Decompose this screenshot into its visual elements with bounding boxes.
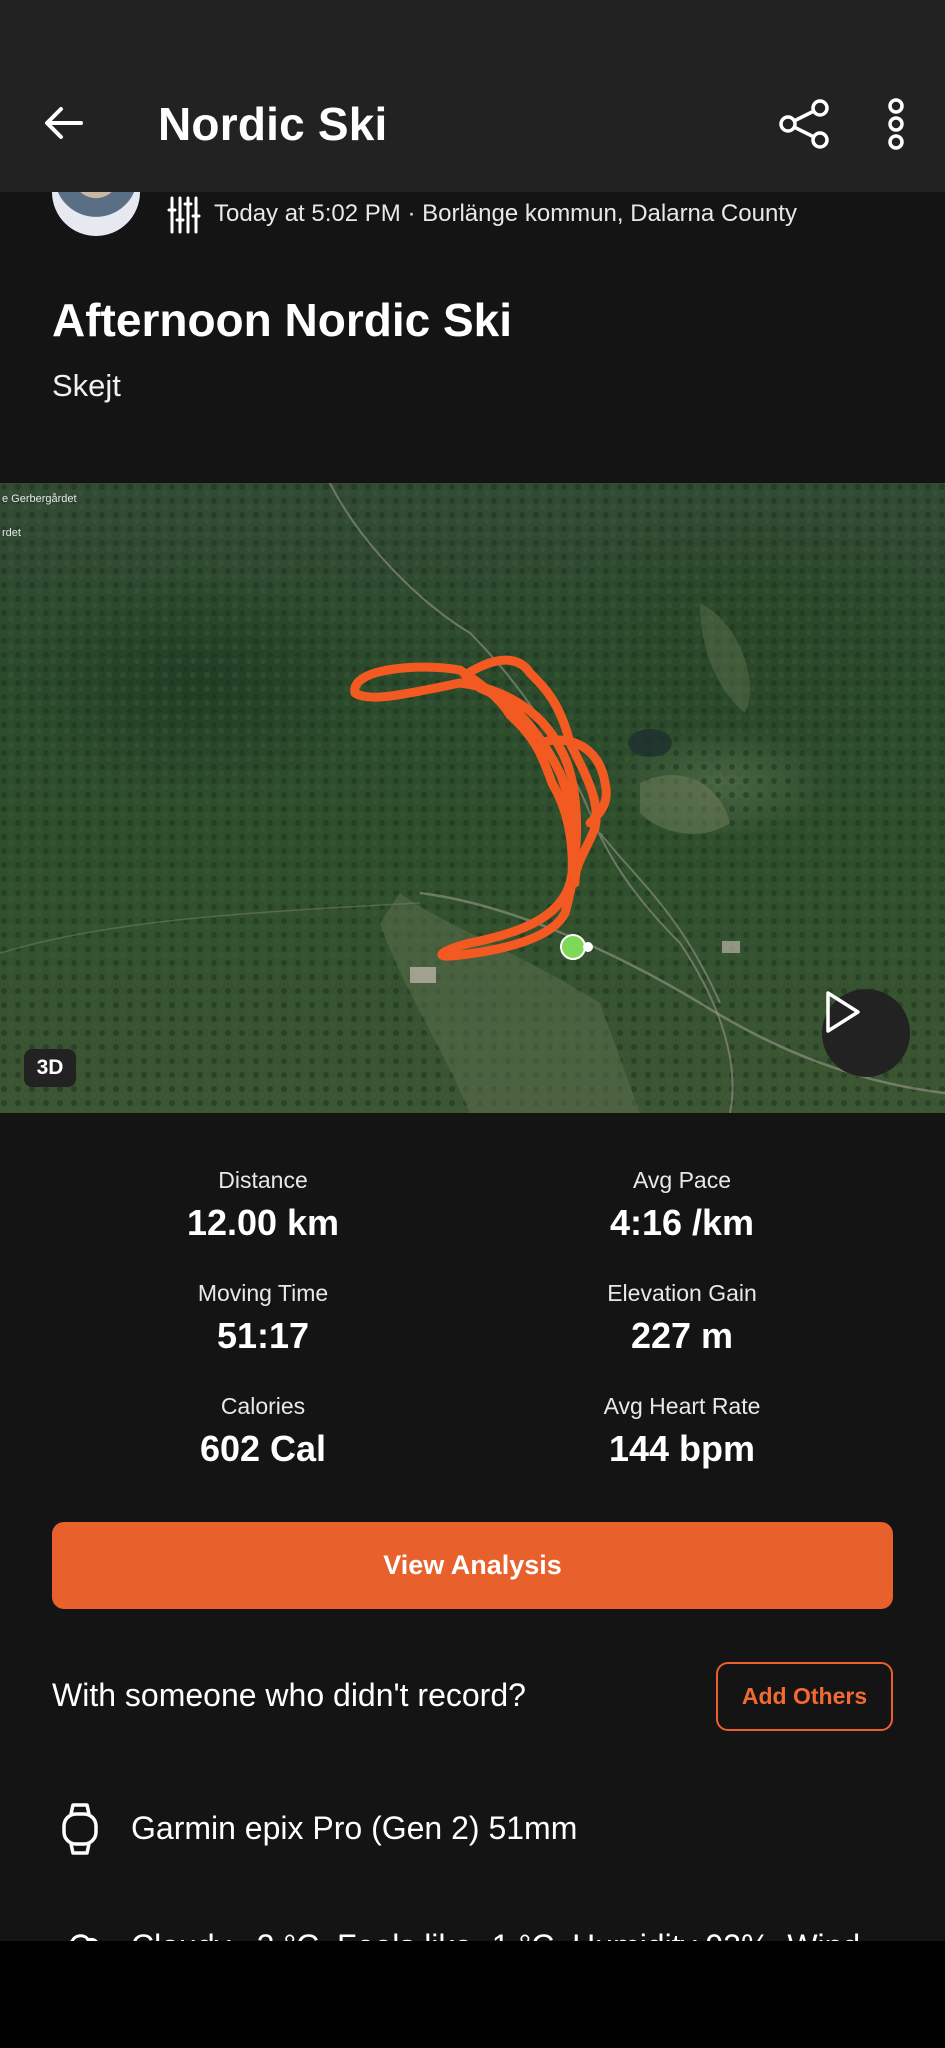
screen-title: Nordic Ski — [158, 98, 388, 150]
system-navigation-bar — [0, 1941, 945, 2048]
app-header: Nordic Ski — [0, 0, 945, 192]
stat-label: Calories — [220, 1393, 306, 1419]
map-terrain — [0, 483, 945, 1113]
building — [410, 967, 436, 983]
share-button[interactable] — [772, 92, 836, 156]
share-icon — [779, 99, 829, 149]
map-place-label: rdet — [2, 527, 21, 539]
more-vertical-icon — [888, 98, 904, 150]
more-options-button[interactable] — [870, 92, 922, 156]
building — [722, 941, 740, 953]
arrow-left-icon — [45, 107, 83, 139]
start-marker — [560, 934, 586, 960]
stat-value: 12.00 km — [186, 1202, 340, 1243]
back-button[interactable] — [36, 96, 90, 150]
device-name[interactable]: Garmin epix Pro (Gen 2) 51mm — [131, 1810, 577, 1847]
map-place-label: e Gerbergårdet — [2, 493, 77, 505]
stat-label: Moving Time — [197, 1280, 329, 1306]
stat-calories: Calories 602 Cal — [113, 1393, 413, 1470]
activity-detail-screen: Nordic Ski Today at 5:02 PM · Borlänge k… — [0, 0, 945, 2048]
stat-label: Avg Pace — [632, 1167, 732, 1193]
activity-title[interactable]: Afternoon Nordic Ski — [52, 293, 512, 347]
stat-label: Distance — [218, 1167, 308, 1193]
stat-avg-pace: Avg Pace 4:16 /km — [532, 1167, 832, 1244]
with-someone-prompt: With someone who didn't record? — [52, 1677, 526, 1713]
finish-marker — [583, 942, 593, 952]
play-icon — [826, 991, 860, 1033]
view-analysis-button[interactable]: View Analysis — [52, 1522, 893, 1609]
stat-elevation-gain: Elevation Gain 227 m — [532, 1280, 832, 1357]
stat-value: 51:17 — [216, 1315, 310, 1356]
stat-moving-time: Moving Time 51:17 — [113, 1280, 413, 1357]
flyover-play-button[interactable] — [822, 989, 910, 1077]
stat-avg-heart-rate: Avg Heart Rate 144 bpm — [532, 1393, 832, 1470]
route-map[interactable]: e Gerbergårdet rdet 3D — [0, 483, 945, 1113]
stat-label: Avg Heart Rate — [603, 1393, 761, 1419]
activity-meta: Today at 5:02 PM · Borlänge kommun, Dala… — [214, 200, 797, 227]
stat-value: 144 bpm — [608, 1428, 756, 1469]
stat-value: 227 m — [630, 1315, 734, 1356]
stat-label: Elevation Gain — [607, 1280, 757, 1306]
map-3d-toggle[interactable]: 3D — [24, 1049, 76, 1087]
stat-value: 4:16 /km — [609, 1202, 755, 1243]
stat-distance: Distance 12.00 km — [113, 1167, 413, 1244]
watch-icon — [56, 1800, 104, 1858]
stat-value: 602 Cal — [199, 1428, 327, 1469]
pond — [628, 729, 672, 757]
add-others-button[interactable]: Add Others — [716, 1662, 893, 1731]
activity-description: Skejt — [52, 368, 121, 403]
nordic-ski-icon — [165, 196, 203, 234]
